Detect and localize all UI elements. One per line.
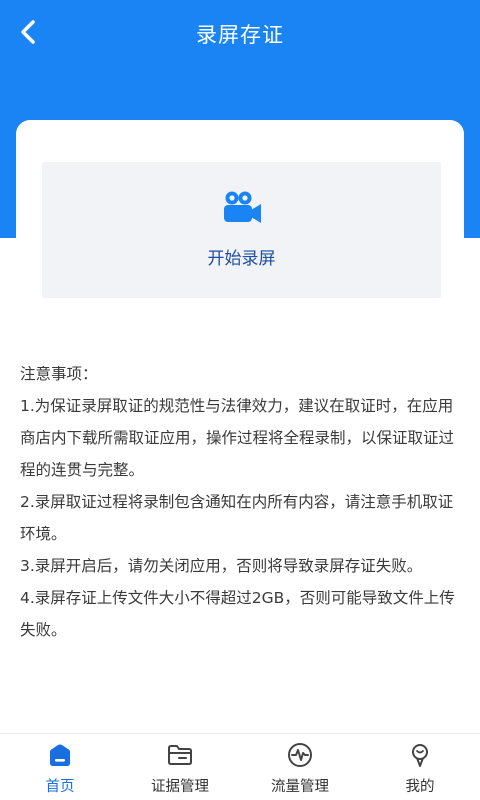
user-icon (405, 740, 435, 770)
note-item: 1.为保证录屏取证的规范性与法律效力，建议在取证时，在应用商店内下载所需取证应用… (20, 397, 455, 479)
tab-traffic[interactable]: 流量管理 (240, 734, 360, 800)
note-item: 3.录屏开启后，请勿关闭应用，否则将导致录屏存证失败。 (20, 557, 423, 575)
notes-section: 注意事项： 1.为保证录屏取证的规范性与法律效力，建议在取证时，在应用商店内下载… (20, 358, 460, 646)
tab-label: 我的 (405, 779, 435, 795)
notes-heading: 注意事项： (20, 365, 98, 383)
page-title: 录屏存证 (196, 23, 284, 47)
home-icon (45, 740, 75, 770)
tab-evidence[interactable]: 证据管理 (120, 734, 240, 800)
tab-home[interactable]: 首页 (0, 734, 120, 800)
pulse-icon (285, 740, 315, 770)
note-item: 2.录屏取证过程将录制包含通知在内所有内容，请注意手机取证环境。 (20, 493, 454, 543)
note-item: 4.录屏存证上传文件大小不得超过2GB，否则可能导致文件上传失败。 (20, 589, 455, 639)
tab-label: 证据管理 (151, 779, 209, 795)
start-recording-label: 开始录屏 (207, 249, 276, 269)
screen: 录屏存证 开始录屏 注意事项： 1.为保证录屏取证的规范性与法律效力，建议在取证… (0, 0, 480, 800)
tab-label: 首页 (45, 779, 75, 795)
tab-profile[interactable]: 我的 (360, 734, 480, 800)
video-camera-icon (222, 190, 262, 230)
folder-icon (165, 740, 195, 770)
tab-label: 流量管理 (271, 779, 329, 795)
start-recording-button[interactable]: 开始录屏 (42, 162, 441, 298)
bottom-tab-bar: 首页 证据管理 流量管理 我的 (0, 733, 480, 800)
